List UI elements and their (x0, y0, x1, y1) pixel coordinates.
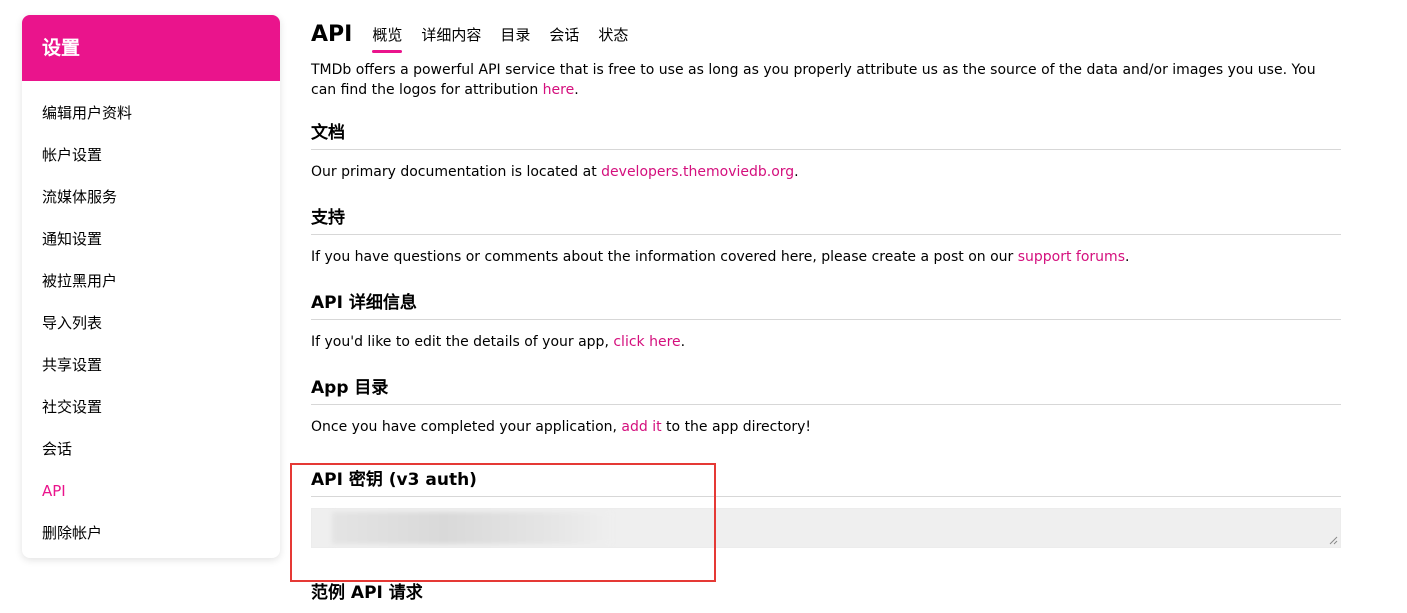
support-text-end: . (1125, 249, 1130, 265)
docs-paragraph: Our primary documentation is located at … (311, 162, 1341, 182)
app-directory-section: App 目录 Once you have completed your appl… (311, 376, 1341, 437)
sidebar-item-notification-settings[interactable]: 通知设置 (22, 218, 280, 260)
support-section: 支持 If you have questions or comments abo… (311, 206, 1341, 267)
api-tab-bar: API 概览 详细内容 目录 会话 状态 (311, 14, 1341, 53)
tab-sessions[interactable]: 会话 (549, 20, 579, 50)
intro-text: TMDb offers a powerful API service that … (311, 62, 1316, 98)
sidebar-item-sessions[interactable]: 会话 (22, 428, 280, 470)
sidebar-item-api[interactable]: API (22, 470, 280, 512)
docs-text-end: . (794, 164, 799, 180)
support-paragraph: If you have questions or comments about … (311, 247, 1341, 267)
sidebar-item-streaming-services[interactable]: 流媒体服务 (22, 176, 280, 218)
api-details-section: API 详细信息 If you'd like to edit the detai… (311, 291, 1341, 352)
example-request-section: 范例 API 请求 (311, 581, 1341, 609)
sidebar-title: 设置 (22, 15, 280, 81)
tab-details[interactable]: 详细内容 (421, 20, 481, 50)
api-details-heading: API 详细信息 (311, 291, 1341, 320)
app-directory-text-end: to the app directory! (661, 419, 812, 435)
sidebar-menu: 编辑用户资料 帐户设置 流媒体服务 通知设置 被拉黑用户 导入列表 共享设置 社… (22, 81, 280, 554)
page-title: API (311, 22, 353, 47)
support-heading: 支持 (311, 206, 1341, 235)
app-directory-heading: App 目录 (311, 376, 1341, 405)
app-directory-text: Once you have completed your application… (311, 419, 622, 435)
sidebar-item-import-list[interactable]: 导入列表 (22, 302, 280, 344)
sidebar-item-edit-profile[interactable]: 编辑用户资料 (22, 92, 280, 134)
add-to-directory-link[interactable]: add it (621, 419, 661, 435)
attribution-logos-link[interactable]: here (543, 82, 575, 98)
tab-overview[interactable]: 概览 (372, 20, 403, 53)
developer-docs-link[interactable]: developers.themoviedb.org (601, 164, 794, 180)
support-forums-link[interactable]: support forums (1018, 249, 1125, 265)
docs-heading: 文档 (311, 121, 1341, 150)
app-directory-paragraph: Once you have completed your application… (311, 417, 1341, 437)
support-text: If you have questions or comments about … (311, 249, 1018, 265)
example-request-heading: 范例 API 请求 (311, 583, 423, 603)
edit-app-details-link[interactable]: click here (613, 334, 680, 350)
sidebar-item-delete-account[interactable]: 删除帐户 (22, 512, 280, 554)
docs-text: Our primary documentation is located at (311, 164, 602, 180)
highlight-box (290, 463, 716, 582)
resize-handle-icon[interactable] (1328, 535, 1338, 545)
sidebar-item-account-settings[interactable]: 帐户设置 (22, 134, 280, 176)
tab-status[interactable]: 状态 (598, 20, 628, 50)
sidebar-item-social-settings[interactable]: 社交设置 (22, 386, 280, 428)
tab-directory[interactable]: 目录 (500, 20, 530, 50)
api-details-text-end: . (680, 334, 686, 350)
sidebar-item-blocked-users[interactable]: 被拉黑用户 (22, 260, 280, 302)
intro-paragraph: TMDb offers a powerful API service that … (311, 60, 1341, 100)
intro-text-end: . (574, 82, 579, 98)
sidebar-item-sharing-settings[interactable]: 共享设置 (22, 344, 280, 386)
docs-section: 文档 Our primary documentation is located … (311, 121, 1341, 182)
api-details-text: If you'd like to edit the details of you… (311, 334, 614, 350)
settings-sidebar: 设置 编辑用户资料 帐户设置 流媒体服务 通知设置 被拉黑用户 导入列表 共享设… (22, 15, 280, 558)
api-details-paragraph: If you'd like to edit the details of you… (311, 332, 1341, 352)
